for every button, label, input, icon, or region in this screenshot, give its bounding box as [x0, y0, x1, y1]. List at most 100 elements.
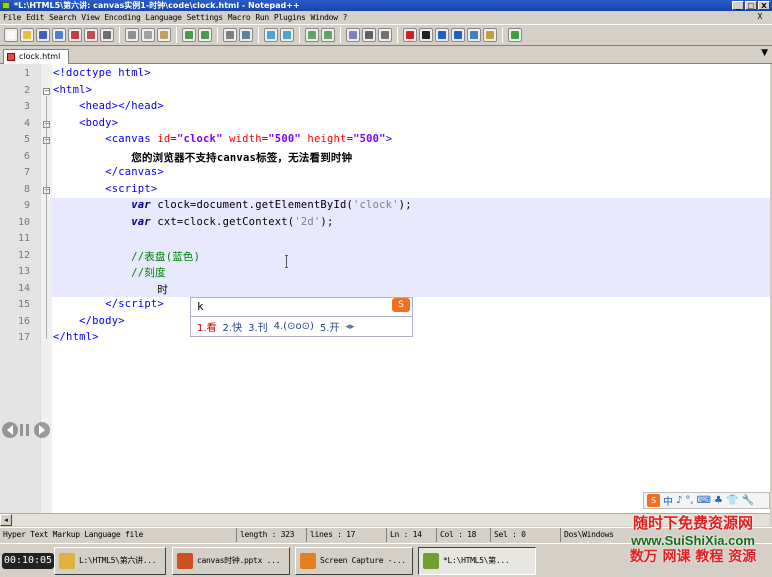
menu-macro[interactable]: Macro	[228, 13, 256, 22]
unsaved-file-icon	[7, 53, 15, 61]
line-number: 11	[17, 233, 30, 244]
code-line[interactable]: </body>	[53, 315, 125, 327]
trim-icon[interactable]	[483, 28, 497, 42]
taskbar-label: canvas时钟.pptx ...	[197, 556, 281, 565]
play-macro-icon[interactable]	[435, 28, 449, 42]
powerpoint-icon	[177, 553, 193, 569]
menu-run[interactable]: Run	[255, 13, 274, 22]
ime-mode-chinese[interactable]: 中	[663, 493, 673, 508]
taskbar-screen-capture[interactable]: Screen Capture -...	[295, 547, 413, 575]
open-file-icon[interactable]	[20, 28, 34, 42]
code-line[interactable]: <body>	[53, 117, 118, 129]
line-number: 16	[17, 315, 30, 327]
save-icon[interactable]	[36, 28, 50, 42]
line-number: 3	[23, 101, 30, 112]
line-number: 8	[23, 183, 30, 195]
fold-toggle-icon[interactable]: −	[43, 87, 50, 95]
ibeam-cursor-icon	[285, 255, 288, 268]
code-line[interactable]: <!doctype html>	[53, 67, 151, 79]
code-line[interactable]: <head></head>	[53, 100, 164, 112]
line-highlight	[52, 231, 770, 248]
code-line[interactable]: </html>	[53, 331, 99, 343]
ime-candidate[interactable]: 4.(⊙o⊙)	[274, 321, 314, 332]
menu-edit[interactable]: Edit	[26, 13, 49, 22]
menu-window[interactable]: Window	[311, 13, 343, 22]
taskbar-explorer[interactable]: L:\HTML5\第六讲...	[54, 547, 166, 575]
line-number: 17	[17, 332, 30, 343]
new-file-icon[interactable]	[4, 28, 18, 42]
ime-keyboard-icon[interactable]: ⌨	[697, 495, 711, 506]
close-window-button[interactable]: X	[758, 1, 770, 10]
status-language: Hyper Text Markup Language file	[3, 530, 144, 539]
ime-candidate[interactable]: 2.快	[223, 319, 243, 334]
undo-icon[interactable]	[182, 28, 196, 42]
code-line[interactable]: var clock=document.getElementById('clock…	[53, 199, 412, 211]
indent-guide-icon[interactable]	[378, 28, 392, 42]
scroll-left-icon[interactable]: ◂	[0, 514, 12, 526]
code-line[interactable]: 您的浏览器不支持canvas标签，无法看到时钟	[53, 150, 352, 165]
ime-pager-arrows[interactable]: ◂▸	[345, 322, 354, 332]
menu-language[interactable]: Language	[145, 13, 186, 22]
code-line[interactable]: </canvas>	[53, 166, 164, 178]
code-line[interactable]: <script>	[53, 183, 157, 195]
ime-settings-icon[interactable]: 🔧	[741, 495, 753, 506]
menu-settings[interactable]: Settings	[187, 13, 228, 22]
paste-icon[interactable]	[157, 28, 171, 42]
tab-clock-html[interactable]: clock.html	[3, 49, 69, 64]
save-macro-icon[interactable]	[467, 28, 481, 42]
code-editor[interactable]: 1 <!doctype html> 2 <html> − 3 <head></head> 4…	[0, 64, 770, 514]
ime-shirt-icon[interactable]: 👕	[726, 495, 738, 506]
stop-macro-icon[interactable]	[419, 28, 433, 42]
sync-v-icon[interactable]	[305, 28, 319, 42]
save-all-icon[interactable]	[52, 28, 66, 42]
record-macro-icon[interactable]	[403, 28, 417, 42]
code-line[interactable]: //表盘(蓝色)	[53, 249, 200, 264]
ime-candidate[interactable]: 3.刊	[248, 319, 268, 334]
ime-candidate[interactable]: 5.开	[320, 319, 340, 334]
code-line[interactable]: <canvas id="clock" width="500" height="5…	[53, 133, 392, 145]
ime-candidate-list: 1.看 2.快 3.刊 4.(⊙o⊙) 5.开 ◂▸	[190, 317, 413, 337]
code-line[interactable]: <html>	[53, 84, 92, 96]
menu-encoding[interactable]: Encoding	[104, 13, 145, 22]
line-number: 7	[23, 167, 30, 178]
status-sel: Sel : 0	[490, 528, 560, 542]
print-icon[interactable]	[100, 28, 114, 42]
code-line[interactable]: </script>	[53, 298, 164, 310]
menu-help[interactable]: ?	[343, 13, 353, 22]
close-document-button[interactable]: X	[757, 12, 767, 21]
minimize-button[interactable]: _	[732, 1, 744, 10]
ime-skin-icon[interactable]: ♣	[714, 495, 723, 506]
video-controls-icon[interactable]	[0, 415, 52, 445]
replace-icon[interactable]	[239, 28, 253, 42]
ime-punctuation-icon[interactable]: °,	[685, 495, 693, 506]
find-icon[interactable]	[223, 28, 237, 42]
cut-icon[interactable]	[125, 28, 139, 42]
ime-moon-icon[interactable]: ♪	[676, 495, 682, 506]
show-all-chars-icon[interactable]	[362, 28, 376, 42]
code-line[interactable]: //刻度	[53, 265, 166, 280]
menu-view[interactable]: View	[81, 13, 104, 22]
code-line[interactable]: var cxt=clock.getContext('2d');	[53, 216, 333, 228]
maximize-button[interactable]: □	[745, 1, 757, 10]
close-icon[interactable]	[68, 28, 82, 42]
sogou-icon[interactable]: S	[647, 494, 660, 507]
menu-search[interactable]: Search	[49, 13, 81, 22]
tab-list-dropdown[interactable]: ▼	[761, 48, 768, 58]
close-all-icon[interactable]	[84, 28, 98, 42]
menu-file[interactable]: File	[3, 13, 26, 22]
taskbar-notepadpp[interactable]: *L:\HTML5\第...	[418, 547, 536, 575]
ime-candidate[interactable]: 1.看	[197, 319, 217, 334]
spellcheck-icon[interactable]	[508, 28, 522, 42]
status-length: length : 323	[236, 528, 306, 542]
zoom-in-icon[interactable]	[264, 28, 278, 42]
sync-h-icon[interactable]	[321, 28, 335, 42]
word-wrap-icon[interactable]	[346, 28, 360, 42]
toolbar-separator	[258, 27, 259, 43]
code-line[interactable]: 时	[53, 282, 168, 297]
run-macro-multiple-icon[interactable]	[451, 28, 465, 42]
zoom-out-icon[interactable]	[280, 28, 294, 42]
copy-icon[interactable]	[141, 28, 155, 42]
menu-plugins[interactable]: Plugins	[274, 13, 311, 22]
redo-icon[interactable]	[198, 28, 212, 42]
taskbar-powerpoint[interactable]: canvas时钟.pptx ...	[172, 547, 290, 575]
